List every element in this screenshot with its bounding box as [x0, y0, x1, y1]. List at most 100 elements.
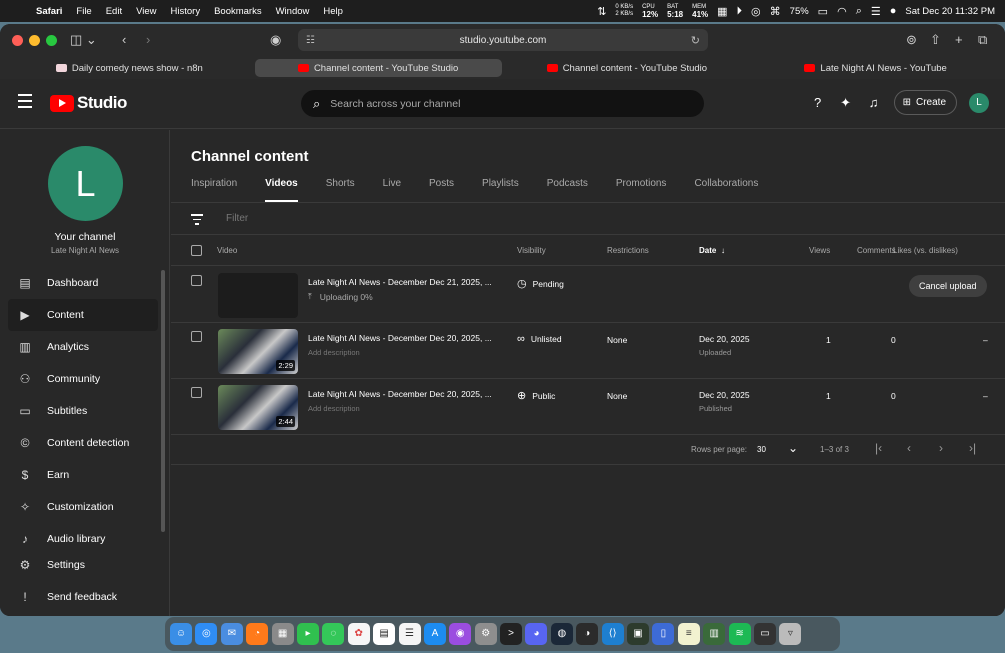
video-title[interactable]: Late Night AI News - December Dec 20, 20… — [308, 333, 493, 343]
menu-history[interactable]: History — [171, 6, 201, 17]
browser-tab-studio[interactable]: Channel content - YouTube Studio — [504, 59, 751, 77]
table-row[interactable]: 2:44 Late Night AI News - December Dec 2… — [171, 379, 1005, 435]
help-icon[interactable]: ? — [810, 95, 826, 111]
network-stats[interactable]: 0 KB/s 2 KB/s — [615, 4, 633, 18]
hamburger-menu-icon[interactable] — [18, 94, 32, 112]
channel-search-input[interactable]: ⌕ Search across your channel — [301, 90, 704, 117]
back-icon[interactable]: ‹ — [122, 32, 126, 47]
numbers-icon[interactable]: ▥ — [703, 623, 726, 645]
launchpad-icon[interactable]: ▦ — [271, 623, 294, 645]
sidebar-item-settings[interactable]: ⚙ Settings — [8, 549, 158, 581]
extension-icon[interactable]: ◉ — [270, 32, 281, 48]
sidebar-item-dashboard[interactable]: ▤ Dashboard — [8, 267, 158, 299]
system-settings-icon[interactable]: ⚙ — [474, 623, 497, 645]
select-all-checkbox[interactable] — [191, 245, 202, 256]
last-page-icon[interactable]: ›| — [969, 441, 976, 455]
tab-promotions[interactable]: Promotions — [616, 178, 667, 202]
sidebar-item-analytics[interactable]: ▥ Analytics — [8, 331, 158, 363]
bat-stat[interactable]: BAT 5:18 — [667, 4, 683, 19]
discord-icon[interactable]: ◕ — [525, 623, 548, 645]
tab-posts[interactable]: Posts — [429, 178, 454, 202]
mail-icon[interactable]: ✉ — [220, 623, 243, 645]
clock[interactable]: Sat Dec 20 11:32 PM — [905, 6, 995, 17]
bell-icon[interactable]: ♫ — [866, 95, 882, 111]
gamepad-icon[interactable]: ⌘ — [770, 5, 781, 18]
safari-icon[interactable]: ◎ — [195, 623, 218, 645]
row-checkbox[interactable] — [191, 275, 202, 286]
finder-icon[interactable]: ☺ — [170, 623, 192, 645]
filter-bar[interactable]: Filter — [171, 203, 1005, 235]
sidebar-item-send-feedback[interactable]: ! Send feedback — [8, 581, 158, 613]
table-row[interactable]: 2:29 Late Night AI News - December Dec 2… — [171, 323, 1005, 379]
tab-collaborations[interactable]: Collaborations — [694, 178, 758, 202]
cpu-stat[interactable]: CPU 12% — [642, 4, 658, 19]
app-store-icon[interactable]: A — [423, 623, 446, 645]
trash-icon[interactable]: ▿ — [779, 623, 802, 645]
tab-videos[interactable]: Videos — [265, 178, 298, 202]
address-bar[interactable]: ☷ studio.youtube.com ↻ — [298, 29, 708, 51]
wifi-icon[interactable]: ◠ — [837, 5, 847, 18]
forward-icon[interactable]: › — [146, 32, 150, 47]
menu-edit[interactable]: Edit — [106, 6, 122, 17]
steam-icon[interactable]: ◍ — [550, 623, 573, 645]
video-title[interactable]: Late Night AI News - December Dec 20, 20… — [308, 389, 493, 399]
new-tab-icon[interactable]: + — [955, 32, 963, 47]
column-date[interactable]: Date — [699, 246, 716, 255]
filter-icon[interactable] — [191, 214, 203, 228]
control-center-icon[interactable]: ☰ — [871, 5, 881, 18]
downloads-icon[interactable]: ⊚ — [906, 32, 917, 48]
tab-overview-icon[interactable]: ⧉ — [978, 32, 987, 48]
browser-tab-n8n[interactable]: Daily comedy news show - n8n — [6, 59, 253, 77]
sidebar-scrollbar[interactable] — [161, 270, 165, 532]
video-thumbnail[interactable] — [218, 273, 298, 318]
filter-input[interactable]: Filter — [226, 213, 248, 224]
row-checkbox[interactable] — [191, 331, 202, 342]
minimized-window-icon[interactable]: ▭ — [753, 623, 776, 645]
calendar-icon[interactable]: ▤ — [373, 623, 396, 645]
spotify-icon[interactable]: ≋ — [728, 623, 751, 645]
activity-monitor-icon[interactable]: ◑ — [576, 623, 599, 645]
first-page-icon[interactable]: |‹ — [875, 441, 882, 455]
table-row[interactable]: Late Night AI News - December Dec 21, 20… — [171, 267, 1005, 323]
create-button[interactable]: ⊞ Create — [893, 90, 957, 115]
next-page-icon[interactable]: › — [939, 441, 943, 455]
battery-icon[interactable]: ▭ — [818, 5, 828, 18]
row-checkbox[interactable] — [191, 387, 202, 398]
page-menu-icon[interactable]: ☷ — [306, 35, 315, 46]
sidebar-item-earn[interactable]: $ Earn — [8, 459, 158, 491]
photos-icon[interactable]: ✿ — [347, 623, 370, 645]
tab-live[interactable]: Live — [383, 178, 401, 202]
reminders-icon[interactable]: ☰ — [398, 623, 421, 645]
share-icon[interactable]: ⇧ — [930, 32, 941, 48]
video-thumbnail[interactable]: 2:44 — [218, 385, 298, 430]
terminal-icon[interactable]: > — [500, 623, 523, 645]
preview-icon[interactable]: ▯ — [652, 623, 675, 645]
menu-view[interactable]: View — [136, 6, 156, 17]
previous-page-icon[interactable]: ‹ — [907, 441, 911, 455]
android-studio-icon[interactable]: ▣ — [627, 623, 650, 645]
sidebar-item-content-detection[interactable]: © Content detection — [8, 427, 158, 459]
chevron-down-icon[interactable]: ⌄ — [788, 441, 798, 455]
menu-help[interactable]: Help — [323, 6, 343, 17]
menu-window[interactable]: Window — [276, 6, 310, 17]
spotlight-search-icon[interactable]: ⌕ — [856, 5, 862, 18]
notes-icon[interactable]: ≡ — [677, 623, 700, 645]
tab-podcasts[interactable]: Podcasts — [547, 178, 588, 202]
siri-icon[interactable]: ● — [890, 5, 897, 17]
account-avatar[interactable]: L — [969, 92, 989, 113]
mem-stat[interactable]: MEM 41% — [692, 4, 708, 19]
channel-avatar[interactable]: L — [48, 146, 123, 221]
visibility-cell[interactable]: ⊕ Public — [517, 389, 555, 402]
firefox-icon[interactable]: ◔ — [246, 623, 269, 645]
ring-icon[interactable]: ◎ — [751, 5, 761, 18]
facetime-icon[interactable]: ▸ — [296, 623, 319, 645]
menu-bookmarks[interactable]: Bookmarks — [214, 6, 262, 17]
cancel-upload-button[interactable]: Cancel upload — [909, 275, 987, 297]
rows-per-page-select[interactable]: 30 — [757, 445, 766, 454]
vscode-icon[interactable]: ⟨⟩ — [601, 623, 624, 645]
video-thumbnail[interactable]: 2:29 — [218, 329, 298, 374]
visibility-cell[interactable]: ◷ Pending — [517, 277, 564, 290]
sidebar-item-community[interactable]: ⚇ Community — [8, 363, 158, 395]
sidebar-item-content[interactable]: ▶ Content — [8, 299, 158, 331]
tab-playlists[interactable]: Playlists — [482, 178, 519, 202]
